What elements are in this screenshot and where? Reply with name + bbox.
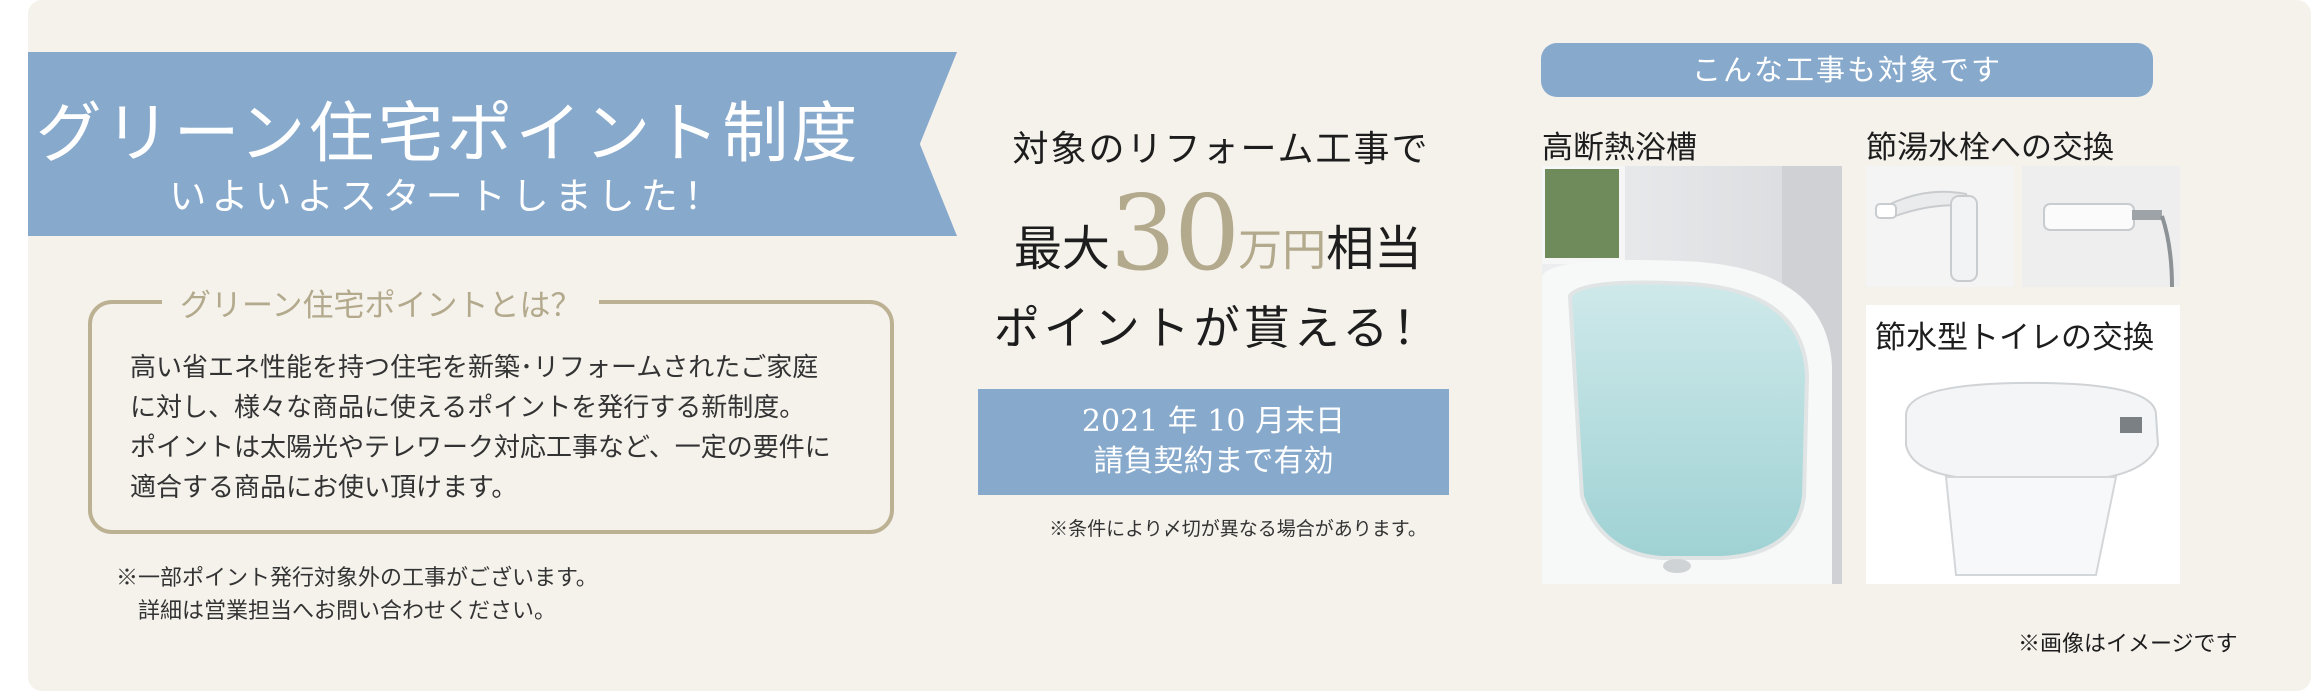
shower-faucet-image (2022, 166, 2180, 287)
points-text: ポイントが貰える！ (993, 301, 1443, 355)
info-box-body: 高い省エネ性能を持つ住宅を新築･リフォームされたご家庭 に対し、様々な商品に使え… (130, 348, 831, 508)
info-line: に対し、様々な商品に使えるポイントを発行する新制度。 (130, 393, 806, 423)
amount-number: 30 (1109, 172, 1240, 294)
green-housing-points-banner: グリーン住宅ポイント制度 いよいよスタートしました！ グリーン住宅ポイントとは？… (28, 0, 2311, 691)
exclusion-note-line: 詳細は営業担当へお問い合わせください。 (116, 599, 557, 624)
info-box: グリーン住宅ポイントとは？ 高い省エネ性能を持つ住宅を新築･リフォームされたご家… (88, 280, 894, 534)
exclusion-note: ※一部ポイント発行対象外の工事がございます。 詳細は営業担当へお問い合わせくださ… (116, 562, 598, 628)
validity-box: 2021 年 10 月末日 請負契約まで有効 (978, 389, 1449, 495)
ribbon-subtitle: いよいよスタートしました！ (169, 175, 727, 218)
exclusion-note-line: ※一部ポイント発行対象外の工事がございます。 (116, 566, 598, 591)
info-line: 適合する商品にお使い頂けます。 (130, 473, 518, 503)
faucet-image (1866, 166, 2014, 287)
max-prefix: 最大 (1013, 221, 1110, 277)
bath-label: 高断熱浴槽 (1542, 130, 1697, 166)
validity-date: 2021 年 10 月末日 (1081, 404, 1346, 439)
toilet-label: 節水型トイレの交換 (1875, 320, 2154, 356)
target-works-pill: こんな工事も対象です (1541, 43, 2153, 97)
title-ribbon: グリーン住宅ポイント制度 いよいよスタートしました！ (28, 52, 957, 236)
image-note: ※画像はイメージです (2018, 632, 2238, 657)
info-line: ポイントは太陽光やテレワーク対応工事など、一定の要件に (130, 433, 831, 463)
info-line: 高い省エネ性能を持つ住宅を新築･リフォームされたご家庭 (130, 353, 819, 383)
amount-unit: 万円 (1238, 225, 1327, 276)
info-box-title: グリーン住宅ポイントとは？ (162, 280, 600, 325)
deadline-note: ※条件により〆切が異なる場合があります。 (1049, 518, 1427, 540)
bathtub-image (1542, 166, 1842, 584)
max-amount: 最大30万円相当 (988, 172, 1448, 294)
faucet-label: 節湯水栓への交換 (1866, 130, 2114, 166)
center-headline: 対象のリフォーム工事で (1012, 129, 1430, 170)
ribbon-title: グリーン住宅ポイント制度 (35, 95, 861, 172)
amount-suffix: 相当 (1326, 221, 1423, 277)
validity-condition: 請負契約まで有効 (1093, 444, 1334, 479)
